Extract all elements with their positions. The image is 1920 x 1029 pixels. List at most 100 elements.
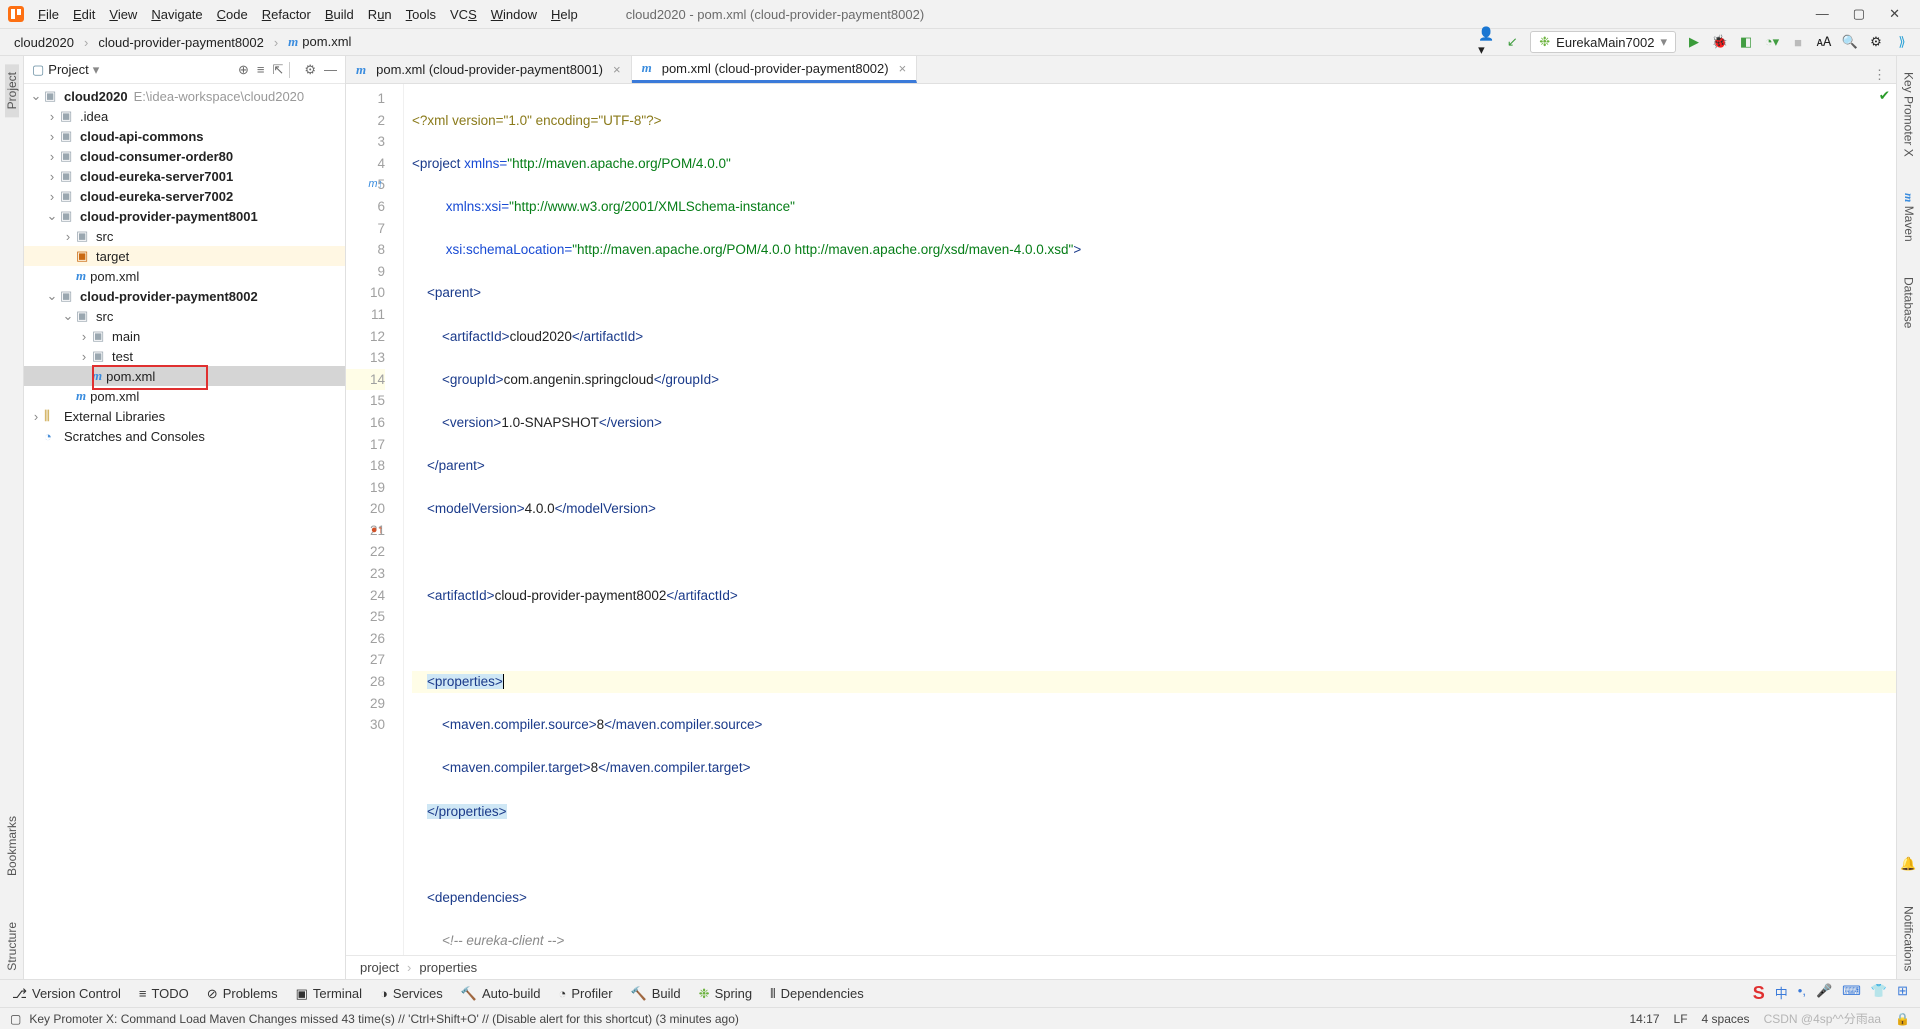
rail-structure[interactable]: Structure (5, 914, 19, 979)
status-indent[interactable]: 4 spaces (1702, 1012, 1750, 1026)
breadcrumb-module[interactable]: cloud-provider-payment8002 (92, 33, 269, 52)
tw-version-control[interactable]: ⎇Version Control (12, 986, 121, 1002)
tw-services[interactable]: ◑Services (380, 986, 443, 1001)
tree-mod4-target[interactable]: ▣target (24, 246, 345, 266)
edcrumb-project[interactable]: project (360, 960, 399, 975)
menu-refactor[interactable]: Refactor (256, 5, 317, 24)
menu-navigate[interactable]: Navigate (145, 5, 208, 24)
tree-mod-payment8002[interactable]: ⌄▣cloud-provider-payment8002 (24, 286, 345, 306)
mic-icon[interactable]: 🎤 (1816, 983, 1832, 1004)
tw-terminal[interactable]: ▣Terminal (296, 986, 362, 1002)
tree-mod-payment8001[interactable]: ⌄▣cloud-provider-payment8001 (24, 206, 345, 226)
menu-file[interactable]: FFileile (32, 5, 65, 24)
user-icon[interactable]: 👤▾ (1478, 34, 1494, 50)
tree-mod5-main[interactable]: ›▣main (24, 326, 345, 346)
gear-icon[interactable]: ⚙ (304, 62, 316, 78)
menu-tools[interactable]: Tools (400, 5, 442, 24)
menu-run[interactable]: Run (362, 5, 398, 24)
chevron-down-icon: ▾ (1660, 34, 1667, 50)
menu-help[interactable]: Help (545, 5, 584, 24)
run-button[interactable]: ▶ (1686, 34, 1702, 50)
rail-notifications[interactable]: Notifications (1902, 898, 1916, 979)
bell-icon[interactable]: 🔔 (1900, 856, 1916, 872)
gutter: 12345m↑6789101112131415161718192021●↑222… (346, 84, 404, 955)
tw-dependencies[interactable]: ⫴Dependencies (770, 986, 864, 1002)
expand-all-icon[interactable]: ≡ (257, 62, 265, 77)
tree-mod-order80[interactable]: ›▣cloud-consumer-order80 (24, 146, 345, 166)
window-maximize-icon[interactable]: ▢ (1853, 6, 1865, 22)
tree-scratches[interactable]: ◔Scratches and Consoles (24, 426, 345, 446)
tree-mod5-src[interactable]: ⌄▣src (24, 306, 345, 326)
rail-database[interactable]: Database (1902, 269, 1916, 336)
tree-ext-lib[interactable]: ›⫼External Libraries (24, 406, 345, 426)
tree-mod4-src[interactable]: ›▣src (24, 226, 345, 246)
menu-window[interactable]: Window (485, 5, 543, 24)
breadcrumb-file[interactable]: mpom.xml (282, 32, 357, 52)
status-encoding[interactable]: LF (1674, 1012, 1688, 1026)
profile-button[interactable]: ◔▾ (1764, 34, 1780, 50)
code-editor[interactable]: ✔ 12345m↑6789101112131415161718192021●↑2… (346, 84, 1896, 955)
stop-button[interactable]: ■ (1790, 34, 1806, 50)
tw-problems[interactable]: ⊘Problems (207, 986, 278, 1002)
coverage-button[interactable]: ◧ (1738, 34, 1754, 50)
status-rect-icon[interactable]: ▢ (10, 1012, 21, 1026)
select-opened-icon[interactable]: ⊕ (238, 62, 249, 78)
tree-mod4-pom[interactable]: mpom.xml (24, 266, 345, 286)
chevron-right-icon: › (82, 35, 90, 50)
close-icon[interactable]: × (899, 61, 907, 76)
breadcrumb-root[interactable]: cloud2020 (8, 33, 80, 52)
tw-todo[interactable]: ≡TODO (139, 986, 189, 1001)
code-with-me-icon[interactable]: ⟫ (1894, 34, 1910, 50)
rail-maven[interactable]: m Maven (1901, 185, 1916, 250)
rail-bookmarks[interactable]: Bookmarks (5, 808, 19, 884)
rail-project[interactable]: Project (5, 64, 19, 117)
back-icon[interactable]: ↙ (1504, 34, 1520, 50)
window-close-icon[interactable]: ✕ (1889, 6, 1900, 22)
tw-spring[interactable]: ❉Spring (699, 986, 752, 1002)
menu-build[interactable]: Build (319, 5, 360, 24)
project-header-label[interactable]: Project (48, 62, 88, 77)
tab-pom-8002[interactable]: mpom.xml (cloud-provider-payment8002)× (632, 56, 918, 83)
chevron-down-icon[interactable]: ▾ (93, 62, 100, 78)
search-icon[interactable]: 🔍 (1842, 34, 1858, 50)
shirt-icon[interactable]: 👕 (1871, 983, 1887, 1004)
tab-pom-8001[interactable]: mpom.xml (cloud-provider-payment8001)× (346, 56, 632, 83)
menu-code[interactable]: Code (211, 5, 254, 24)
grid-icon[interactable]: ⊞ (1897, 983, 1908, 1004)
ime-punct-icon[interactable]: •, (1798, 983, 1806, 1004)
tree-mod-api[interactable]: ›▣cloud-api-commons (24, 126, 345, 146)
hide-icon[interactable]: — (324, 62, 337, 77)
tree-idea[interactable]: ›▣.idea (24, 106, 345, 126)
tool-window-bar: ⎇Version Control ≡TODO ⊘Problems ▣Termin… (0, 979, 1920, 1007)
edcrumb-properties[interactable]: properties (419, 960, 477, 975)
run-config-dropdown[interactable]: ❉ EurekaMain7002 ▾ (1530, 31, 1676, 53)
sogou-icon[interactable]: S (1753, 983, 1765, 1004)
rail-key-promoter[interactable]: Key Promoter X (1902, 64, 1916, 165)
tree-mod-eureka7002[interactable]: ›▣cloud-eureka-server7002 (24, 186, 345, 206)
tree-mod5-test[interactable]: ›▣test (24, 346, 345, 366)
code-content[interactable]: <?xml version="1.0" encoding="UTF-8"?> <… (404, 84, 1896, 955)
menu-view[interactable]: View (103, 5, 143, 24)
menu-edit[interactable]: Edit (67, 5, 101, 24)
tree-mod5-pom[interactable]: mpom.xml (24, 366, 345, 386)
window-minimize-icon[interactable]: — (1816, 6, 1829, 22)
tree-root[interactable]: ⌄▣cloud2020E:\idea-workspace\cloud2020 (24, 86, 345, 106)
menu-vcs[interactable]: VCS (444, 5, 483, 24)
tab-menu-icon[interactable]: ⋮ (1863, 67, 1896, 83)
tw-profiler[interactable]: ◔Profiler (559, 986, 613, 1001)
services-icon: ◑ (380, 986, 388, 1001)
tree-root-pom[interactable]: mpom.xml (24, 386, 345, 406)
tw-autobuild[interactable]: 🔨Auto-build (461, 986, 541, 1002)
tree-mod-eureka7001[interactable]: ›▣cloud-eureka-server7001 (24, 166, 345, 186)
keyboard-icon[interactable]: ⌨ (1842, 983, 1861, 1004)
project-tree[interactable]: ⌄▣cloud2020E:\idea-workspace\cloud2020 ›… (24, 84, 345, 979)
debug-button[interactable]: 🐞 (1712, 34, 1728, 50)
translate-icon[interactable]: 🗚 (1816, 34, 1832, 50)
close-icon[interactable]: × (613, 62, 621, 77)
tw-build[interactable]: 🔨Build (631, 986, 681, 1002)
inspection-ok-icon[interactable]: ✔ (1879, 88, 1890, 104)
lock-icon[interactable]: 🔒 (1895, 1012, 1910, 1026)
settings-icon[interactable]: ⚙ (1868, 34, 1884, 50)
ime-zh-icon[interactable]: 中 (1775, 983, 1788, 1004)
collapse-all-icon[interactable]: ⇱ (272, 62, 283, 78)
